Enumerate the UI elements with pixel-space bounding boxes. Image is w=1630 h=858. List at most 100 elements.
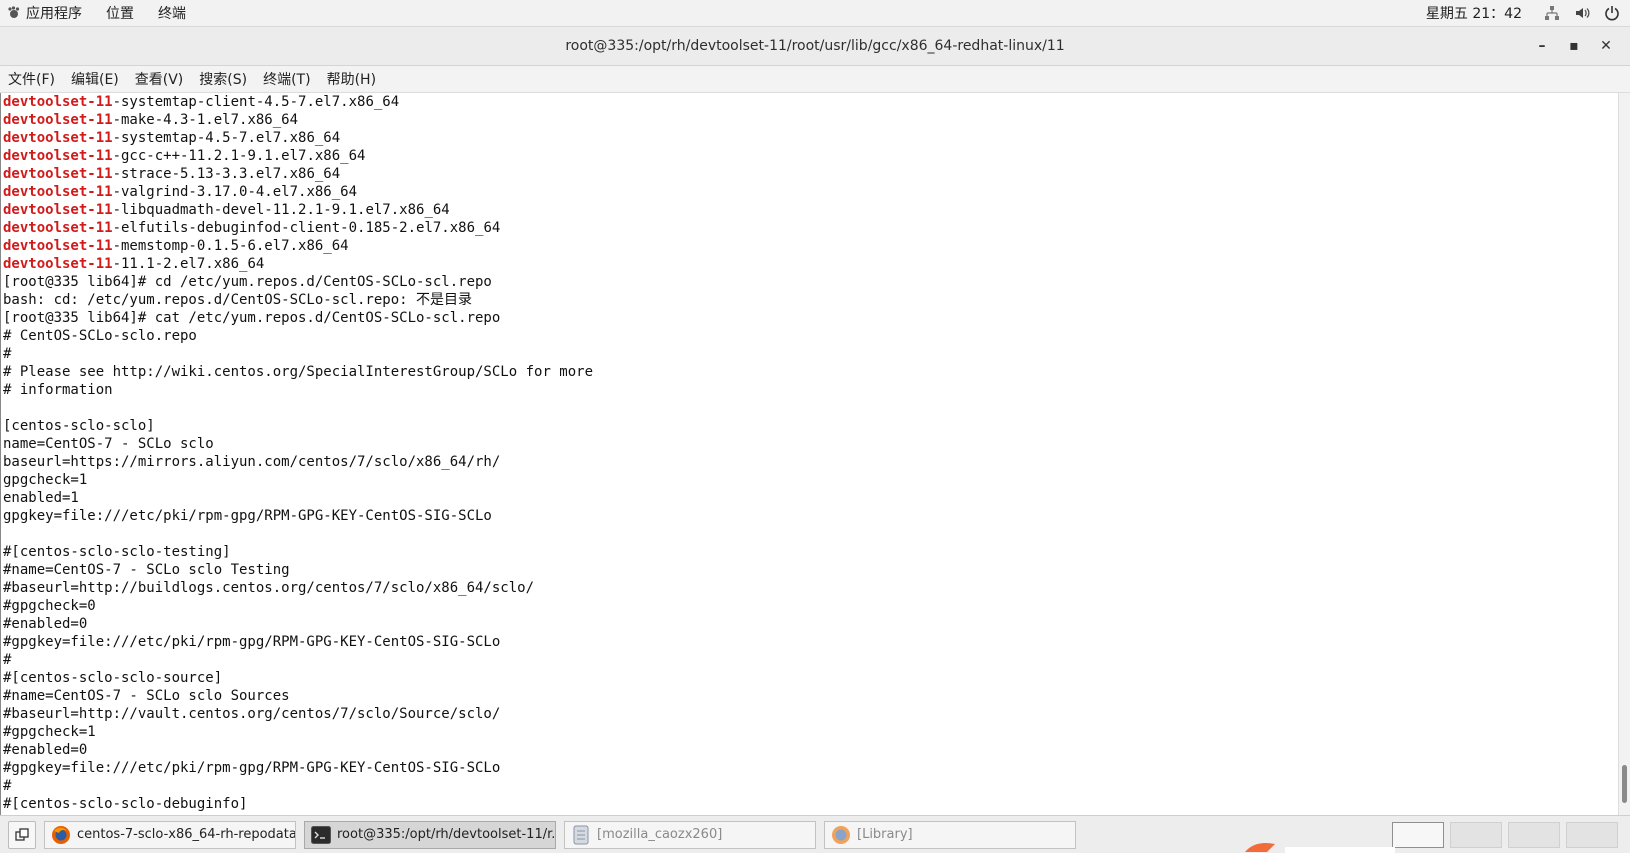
applications-label: 应用程序: [26, 6, 82, 22]
line-text: baseurl=https://mirrors.aliyun.com/cento…: [3, 454, 501, 470]
volume-icon[interactable]: [1574, 5, 1590, 21]
terminal-line: bash: cd: /etc/yum.repos.d/CentOS-SCLo-s…: [1, 291, 1620, 309]
terminal-line: enabled=1: [1, 489, 1620, 507]
package-prefix: devtoolset-11: [3, 112, 113, 128]
line-text: [centos-sclo-sclo]: [3, 418, 155, 434]
menu-help[interactable]: 帮助(H): [319, 69, 384, 89]
line-text: #baseurl=http://buildlogs.centos.org/cen…: [3, 580, 535, 596]
terminal-line: devtoolset-11-valgrind-3.17.0-4.el7.x86_…: [1, 183, 1620, 201]
line-text: enabled=1: [3, 490, 79, 506]
terminal-line: #: [1, 345, 1620, 363]
terminal-line: devtoolset-11-systemtap-client-4.5-7.el7…: [1, 93, 1620, 111]
terminal-line: # information: [1, 381, 1620, 399]
terminal-line: #gpgcheck=1: [1, 723, 1620, 741]
system-tray: 星期五 21：42: [1426, 3, 1630, 23]
task-label: centos-7-sclo-x86_64-rh-repodata...: [77, 827, 296, 842]
workspace-3[interactable]: [1508, 821, 1560, 848]
line-text: #enabled=0: [3, 616, 88, 632]
line-text: -libquadmath-devel-11.2.1-9.1.el7.x86_64: [112, 202, 450, 218]
task-label: [Library]: [857, 827, 913, 842]
show-desktop-button[interactable]: [8, 820, 36, 849]
line-text: name=CentOS-7 - SCLo sclo: [3, 436, 214, 452]
task-file-manager[interactable]: [mozilla_caozx260]: [564, 820, 816, 849]
line-text: -elfutils-debuginfod-client-0.185-2.el7.…: [112, 220, 501, 236]
menu-terminal[interactable]: 终端(T): [255, 69, 318, 89]
overlay-decoration: [1245, 843, 1395, 853]
terminal-menubar: 文件(F) 编辑(E) 查看(V) 搜索(S) 终端(T) 帮助(H): [0, 66, 1630, 93]
terminal-line: #enabled=0: [1, 741, 1620, 759]
package-prefix: devtoolset-11: [3, 184, 113, 200]
line-text: #: [3, 778, 12, 794]
line-text: -make-4.3-1.el7.x86_64: [112, 112, 299, 128]
package-prefix: devtoolset-11: [3, 148, 113, 164]
package-prefix: devtoolset-11: [3, 94, 113, 110]
network-icon[interactable]: [1544, 5, 1560, 21]
terminal-line: devtoolset-11-memstomp-0.1.5-6.el7.x86_6…: [1, 237, 1620, 255]
terminal-app-menu[interactable]: 终端: [146, 3, 198, 23]
terminal-line: devtoolset-11-strace-5.13-3.3.el7.x86_64: [1, 165, 1620, 183]
places-menu[interactable]: 位置: [94, 3, 146, 23]
menu-view[interactable]: 查看(V): [127, 69, 192, 89]
file-manager-icon: [571, 825, 591, 845]
line-text: -systemtap-client-4.5-7.el7.x86_64: [112, 94, 400, 110]
line-text: -11.1-2.el7.x86_64: [112, 256, 265, 272]
terminal-line: #gpgkey=file:///etc/pki/rpm-gpg/RPM-GPG-…: [1, 759, 1620, 777]
task-firefox-repodata[interactable]: centos-7-sclo-x86_64-rh-repodata...: [44, 820, 296, 849]
terminal-line: name=CentOS-7 - SCLo sclo: [1, 435, 1620, 453]
top-menu: 应用程序 位置 终端: [0, 0, 198, 26]
terminal-output[interactable]: devtoolset-11-systemtap-client-4.5-7.el7…: [0, 93, 1620, 815]
line-text: #enabled=0: [3, 742, 88, 758]
line-text: gpgcheck=1: [3, 472, 88, 488]
line-text: #: [3, 652, 12, 668]
line-text: #[centos-sclo-sclo-debuginfo]: [3, 796, 248, 812]
terminal-line: [centos-sclo-sclo]: [1, 417, 1620, 435]
terminal-line: devtoolset-11-systemtap-4.5-7.el7.x86_64: [1, 129, 1620, 147]
window-titlebar[interactable]: root@335:/opt/rh/devtoolset-11/root/usr/…: [0, 27, 1630, 66]
line-text: -strace-5.13-3.3.el7.x86_64: [112, 166, 341, 182]
terminal-line: devtoolset-11-elfutils-debuginfod-client…: [1, 219, 1620, 237]
terminal-icon: [311, 825, 331, 845]
window-title: root@335:/opt/rh/devtoolset-11/root/usr/…: [565, 38, 1065, 54]
minimize-button[interactable]: –: [1526, 31, 1558, 61]
terminal-scrollbar[interactable]: [1618, 93, 1630, 815]
task-terminal[interactable]: root@335:/opt/rh/devtoolset-11/r...: [304, 820, 556, 849]
close-button[interactable]: ✕: [1590, 31, 1622, 61]
workspace-4[interactable]: [1566, 821, 1618, 848]
maximize-button[interactable]: ▪: [1558, 31, 1590, 61]
menu-search[interactable]: 搜索(S): [191, 69, 255, 89]
menu-edit[interactable]: 编辑(E): [63, 69, 127, 89]
line-text: #[centos-sclo-sclo-source]: [3, 670, 223, 686]
terminal-line: [root@335 lib64]# cat /etc/yum.repos.d/C…: [1, 309, 1620, 327]
package-prefix: devtoolset-11: [3, 166, 113, 182]
package-prefix: devtoolset-11: [3, 256, 113, 272]
terminal-line: devtoolset-11-gcc-c++-11.2.1-9.1.el7.x86…: [1, 147, 1620, 165]
terminal-line: #: [1, 651, 1620, 669]
scrollbar-thumb[interactable]: [1622, 765, 1627, 803]
terminal-line: #[centos-sclo-sclo-source]: [1, 669, 1620, 687]
package-prefix: devtoolset-11: [3, 130, 113, 146]
menu-file[interactable]: 文件(F): [0, 69, 63, 89]
terminal-line: [root@335 lib64]# cd /etc/yum.repos.d/Ce…: [1, 273, 1620, 291]
power-icon[interactable]: [1604, 5, 1620, 21]
line-text: # CentOS-SCLo-sclo.repo: [3, 328, 197, 344]
terminal-line: #[centos-sclo-sclo-debuginfo]: [1, 795, 1620, 813]
line-text: -gcc-c++-11.2.1-9.1.el7.x86_64: [112, 148, 366, 164]
applications-menu[interactable]: 应用程序: [0, 3, 94, 23]
terminal-line: #gpgcheck=0: [1, 597, 1620, 615]
terminal-line: devtoolset-11-11.1-2.el7.x86_64: [1, 255, 1620, 273]
task-library[interactable]: [Library]: [824, 820, 1076, 849]
terminal-line: # Please see http://wiki.centos.org/Spec…: [1, 363, 1620, 381]
terminal-line: #enabled=0: [1, 615, 1620, 633]
line-text: #name=CentOS-7 - SCLo sclo Sources: [3, 688, 290, 704]
terminal-line: #name=CentOS-7 - SCLo sclo Sources: [1, 687, 1620, 705]
terminal-line: #name=CentOS-7 - SCLo sclo Testing: [1, 561, 1620, 579]
terminal-line: devtoolset-11-libquadmath-devel-11.2.1-9…: [1, 201, 1620, 219]
terminal-line: gpgkey=file:///etc/pki/rpm-gpg/RPM-GPG-K…: [1, 507, 1620, 525]
window-list-icon: [15, 827, 29, 841]
clock[interactable]: 星期五 21：42: [1426, 3, 1522, 23]
line-text: # information: [3, 382, 113, 398]
terminal-line: # CentOS-SCLo-sclo.repo: [1, 327, 1620, 345]
workspace-2[interactable]: [1450, 821, 1502, 848]
workspace-switcher: [1392, 821, 1618, 848]
